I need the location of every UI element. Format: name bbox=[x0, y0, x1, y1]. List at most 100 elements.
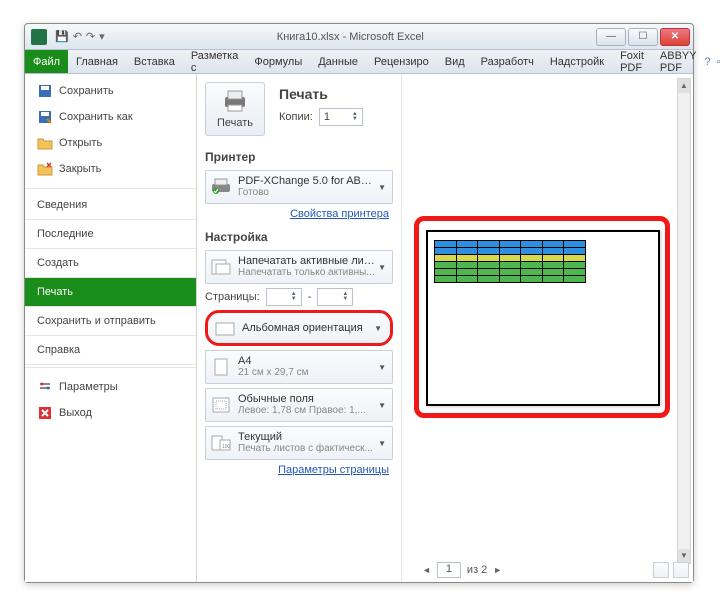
printer-dropdown[interactable]: PDF-XChange 5.0 for ABBYY Готово ▼ bbox=[205, 170, 393, 204]
margins-sub: Левое: 1,78 см Правое: 1,... bbox=[238, 405, 376, 417]
minimize-button[interactable]: — bbox=[596, 28, 626, 46]
pages-to-input[interactable]: ▲▼ bbox=[317, 288, 353, 306]
sidebar-label: Открыть bbox=[59, 137, 102, 149]
printer-heading: Принтер bbox=[205, 150, 393, 164]
sidebar-item-options[interactable]: Параметры bbox=[25, 374, 196, 400]
tab-review[interactable]: Рецензиро bbox=[366, 50, 437, 73]
margins-title: Обычные поля bbox=[238, 393, 376, 405]
scaling-title: Текущий bbox=[238, 431, 376, 443]
next-page-button[interactable]: ► bbox=[493, 565, 502, 575]
pages-from-input[interactable]: ▲▼ bbox=[266, 288, 302, 306]
window-title: Книга10.xlsx - Microsoft Excel bbox=[105, 31, 596, 43]
sidebar-section-save-send[interactable]: Сохранить и отправить bbox=[25, 307, 196, 336]
close-button[interactable]: ✕ bbox=[660, 28, 690, 46]
landscape-icon bbox=[214, 319, 236, 337]
sidebar-section-help[interactable]: Справка bbox=[25, 336, 196, 365]
print-button[interactable]: Печать bbox=[205, 82, 265, 136]
preview-scrollbar[interactable]: ▲ ▼ bbox=[677, 78, 691, 564]
sidebar-section-recent[interactable]: Последние bbox=[25, 220, 196, 249]
print-button-label: Печать bbox=[212, 117, 258, 129]
options-icon bbox=[37, 379, 53, 395]
sidebar-item-close[interactable]: Закрыть bbox=[25, 156, 196, 182]
quick-access-toolbar[interactable]: 💾 ↶ ↷ ▾ bbox=[55, 30, 105, 43]
margins-dropdown[interactable]: Обычные поля Левое: 1,78 см Правое: 1,..… bbox=[205, 388, 393, 422]
pages-label: Страницы: bbox=[205, 291, 260, 303]
chevron-down-icon: ▼ bbox=[376, 263, 388, 272]
page-total-label: из 2 bbox=[467, 564, 487, 576]
tab-data[interactable]: Данные bbox=[310, 50, 366, 73]
save-as-icon bbox=[37, 109, 53, 125]
printer-device-icon bbox=[210, 178, 232, 196]
print-what-title: Напечатать активные листы bbox=[238, 255, 376, 267]
sidebar-label: Сохранить bbox=[59, 85, 114, 97]
sidebar-item-exit[interactable]: Выход bbox=[25, 400, 196, 426]
chevron-down-icon: ▼ bbox=[372, 324, 384, 333]
tab-view[interactable]: Вид bbox=[437, 50, 473, 73]
print-what-sub: Напечатать только активны... bbox=[238, 267, 376, 279]
orientation-dropdown[interactable]: Альбомная ориентация ▼ bbox=[205, 310, 393, 346]
print-panel: Печать Печать Копии: 1 ▲▼ Принтер bbox=[197, 74, 401, 582]
sidebar-item-open[interactable]: Открыть bbox=[25, 130, 196, 156]
sidebar-item-save-as[interactable]: Сохранить как bbox=[25, 104, 196, 130]
sidebar-label: Выход bbox=[59, 407, 92, 419]
tab-foxit[interactable]: Foxit PDF bbox=[612, 50, 652, 73]
exit-icon bbox=[37, 405, 53, 421]
minimize-ribbon-icon[interactable]: ▫ bbox=[717, 56, 720, 68]
chevron-down-icon: ▼ bbox=[376, 183, 388, 192]
titlebar: 💾 ↶ ↷ ▾ Книга10.xlsx - Microsoft Excel —… bbox=[25, 24, 693, 50]
scaling-sub: Печать листов с фактическ... bbox=[238, 443, 376, 455]
print-preview-pane: ▲ ▼ ◄ 1 из 2 ► bbox=[401, 74, 693, 582]
scroll-down-icon[interactable]: ▼ bbox=[678, 549, 690, 563]
printer-properties-link[interactable]: Свойства принтера bbox=[205, 208, 389, 220]
chevron-down-icon: ▼ bbox=[376, 363, 388, 372]
pages-sep: - bbox=[308, 291, 312, 303]
page-setup-link[interactable]: Параметры страницы bbox=[205, 464, 389, 476]
paper-size-dropdown[interactable]: A4 21 см x 29,7 см ▼ bbox=[205, 350, 393, 384]
tab-formulas[interactable]: Формулы bbox=[246, 50, 310, 73]
tab-file[interactable]: Файл bbox=[25, 50, 68, 73]
tab-developer[interactable]: Разработч bbox=[473, 50, 542, 73]
scroll-up-icon[interactable]: ▲ bbox=[678, 79, 690, 93]
qat-save-icon[interactable]: 💾 bbox=[55, 30, 69, 43]
tab-addins[interactable]: Надстройк bbox=[542, 50, 612, 73]
tab-page-layout[interactable]: Разметка с bbox=[183, 50, 247, 73]
spinner-arrows-icon[interactable]: ▲▼ bbox=[352, 112, 358, 122]
orientation-title: Альбомная ориентация bbox=[242, 322, 372, 334]
printer-name: PDF-XChange 5.0 for ABBYY bbox=[238, 175, 376, 187]
sidebar-section-new[interactable]: Создать bbox=[25, 249, 196, 278]
tab-abbyy[interactable]: ABBYY PDF bbox=[652, 50, 705, 73]
sidebar-section-info[interactable]: Сведения bbox=[25, 191, 196, 220]
margins-icon bbox=[210, 396, 232, 414]
excel-icon bbox=[31, 29, 47, 45]
copies-input[interactable]: 1 ▲▼ bbox=[319, 108, 363, 126]
chevron-down-icon: ▼ bbox=[376, 401, 388, 410]
show-margins-button[interactable] bbox=[653, 562, 669, 578]
sidebar-label: Сохранить как bbox=[59, 111, 133, 123]
prev-page-button[interactable]: ◄ bbox=[422, 565, 431, 575]
tab-insert[interactable]: Вставка bbox=[126, 50, 183, 73]
close-file-icon bbox=[37, 161, 53, 177]
copies-value: 1 bbox=[324, 111, 330, 123]
backstage-sidebar: Сохранить Сохранить как Открыть Закрыть … bbox=[25, 74, 197, 582]
help-icon[interactable]: ? bbox=[704, 56, 710, 68]
qat-undo-icon[interactable]: ↶ bbox=[73, 30, 82, 43]
sidebar-section-print[interactable]: Печать bbox=[25, 278, 196, 307]
sheets-icon bbox=[210, 258, 232, 276]
page-navigator: ◄ 1 из 2 ► bbox=[422, 562, 502, 578]
settings-heading: Настройка bbox=[205, 230, 393, 244]
page-number-input[interactable]: 1 bbox=[437, 562, 461, 578]
zoom-to-page-button[interactable] bbox=[673, 562, 689, 578]
tab-home[interactable]: Главная bbox=[68, 50, 126, 73]
copies-label: Копии: bbox=[279, 111, 313, 123]
preview-page bbox=[426, 230, 660, 406]
printer-icon bbox=[221, 89, 249, 113]
qat-redo-icon[interactable]: ↷ bbox=[86, 30, 95, 43]
print-what-dropdown[interactable]: Напечатать активные листы Напечатать тол… bbox=[205, 250, 393, 284]
maximize-button[interactable]: ☐ bbox=[628, 28, 658, 46]
open-icon bbox=[37, 135, 53, 151]
scaling-dropdown[interactable]: 100 Текущий Печать листов с фактическ...… bbox=[205, 426, 393, 460]
sidebar-item-save[interactable]: Сохранить bbox=[25, 78, 196, 104]
paper-icon bbox=[210, 358, 232, 376]
print-heading: Печать bbox=[279, 86, 363, 102]
printer-status: Готово bbox=[238, 187, 376, 199]
